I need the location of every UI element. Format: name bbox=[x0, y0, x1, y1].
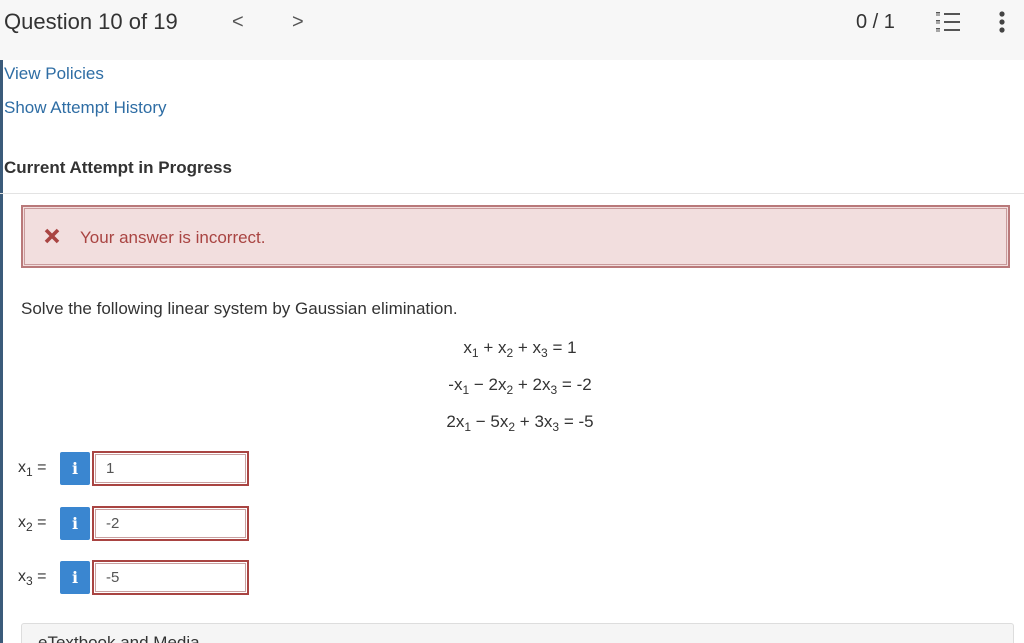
equation-term: 2x bbox=[446, 412, 465, 431]
equation-row: -x1 − 2x2 + 2x3 = -2 bbox=[0, 373, 1024, 410]
equation-row: x1 + x2 + x3 = 1 bbox=[0, 336, 1024, 373]
info-icon[interactable]: i bbox=[60, 507, 90, 540]
equation-operator: + bbox=[513, 375, 533, 394]
chevron-left-icon[interactable]: < bbox=[232, 8, 244, 36]
page: Question 10 of 19 < > 0 / 1 View Policie… bbox=[0, 0, 1024, 643]
attempt-status-title: Current Attempt in Progress bbox=[4, 158, 232, 177]
answer-input-x3[interactable] bbox=[92, 560, 249, 595]
info-icon[interactable]: i bbox=[60, 452, 90, 485]
equation-operator: + bbox=[513, 338, 533, 357]
feedback-message: Your answer is incorrect. bbox=[80, 228, 266, 247]
equation-term: 5x bbox=[490, 412, 509, 431]
equation-term: x bbox=[463, 338, 472, 357]
question-header: Question 10 of 19 < > 0 / 1 bbox=[0, 0, 1024, 60]
x-mark-icon bbox=[44, 228, 60, 244]
equation-subscript: 3 bbox=[541, 346, 548, 360]
chevron-right-icon[interactable]: > bbox=[292, 8, 304, 36]
divider bbox=[0, 193, 1024, 194]
equation-term: x bbox=[532, 338, 542, 357]
feedback-alert: Your answer is incorrect. bbox=[21, 205, 1010, 268]
answer-input-x1[interactable] bbox=[92, 451, 249, 486]
view-policies-link[interactable]: View Policies bbox=[4, 63, 104, 85]
vertical-dots-icon[interactable] bbox=[996, 10, 1008, 34]
variable-label: x2 = bbox=[18, 514, 47, 534]
variable-label: x3 = bbox=[18, 568, 47, 588]
equation-operator: + bbox=[515, 412, 535, 431]
question-counter: Question 10 of 19 bbox=[4, 9, 178, 34]
equation-rhs: = -5 bbox=[559, 412, 594, 431]
variable-label: x1 = bbox=[18, 459, 47, 479]
equation-operator: − bbox=[471, 412, 491, 431]
info-icon[interactable]: i bbox=[60, 561, 90, 594]
equation-operator: + bbox=[478, 338, 498, 357]
question-prompt: Solve the following linear system by Gau… bbox=[21, 299, 458, 318]
equation-term: 2x bbox=[532, 375, 551, 394]
answer-input-x2[interactable] bbox=[92, 506, 249, 541]
equation-rhs: = -2 bbox=[557, 375, 592, 394]
equation-rhs: = 1 bbox=[547, 338, 577, 357]
equation-system: x1 + x2 + x3 = 1 -x1 − 2x2 + 2x3 = -2 2x1 … bbox=[0, 336, 1024, 447]
equation-term: 2x bbox=[488, 375, 507, 394]
numbered-list-icon[interactable] bbox=[936, 11, 960, 33]
score-display: 0 / 1 bbox=[856, 11, 895, 33]
equation-term: 3x bbox=[534, 412, 553, 431]
etextbook-label: eTextbook and Media bbox=[38, 633, 200, 643]
etextbook-panel[interactable]: eTextbook and Media bbox=[21, 623, 1014, 643]
equation-subscript: 1 bbox=[471, 346, 479, 360]
equation-operator: − bbox=[469, 375, 489, 394]
show-attempt-history-link[interactable]: Show Attempt History bbox=[4, 97, 167, 119]
equation-row: 2x1 − 5x2 + 3x3 = -5 bbox=[0, 410, 1024, 447]
